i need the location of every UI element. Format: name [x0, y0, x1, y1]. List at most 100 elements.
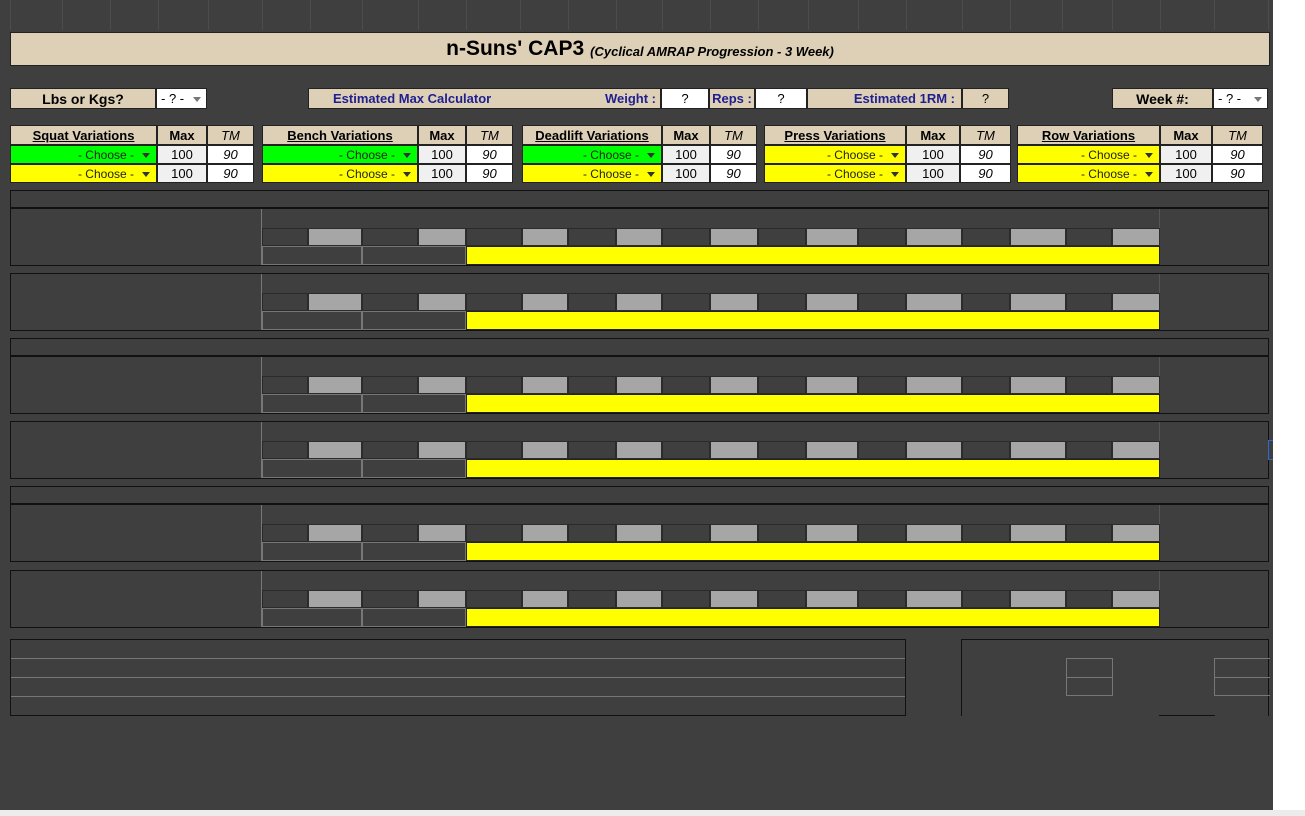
variation-choice: - Choose - — [77, 166, 134, 181]
set-weight-cell — [522, 524, 568, 542]
variation-dropdown[interactable]: - Choose - — [262, 145, 418, 164]
set-cell — [362, 246, 466, 265]
set-weight-cell — [906, 590, 962, 608]
set-weight-cell — [906, 524, 962, 542]
weight-input[interactable]: ? — [661, 88, 709, 109]
variation-dropdown[interactable]: - Choose - — [522, 164, 662, 183]
variation-choice: - Choose - — [1080, 147, 1137, 162]
set-weight-cell — [1112, 376, 1160, 394]
variation-dropdown[interactable]: - Choose - — [1017, 164, 1160, 183]
set-reps-cell — [662, 590, 710, 608]
set-reps-cell — [758, 590, 806, 608]
set-weight-cell — [522, 441, 568, 459]
amrap-progress-bar — [466, 311, 1160, 330]
tm-value: 90 — [710, 164, 757, 183]
chevron-down-icon — [142, 152, 150, 158]
notes-line — [11, 696, 905, 697]
set-reps-cell — [962, 590, 1010, 608]
set-reps-cell — [362, 524, 418, 542]
set-weight-cell — [806, 376, 858, 394]
set-cell — [362, 394, 466, 413]
variation-dropdown[interactable]: - Choose - — [522, 145, 662, 164]
set-weight-cell — [1010, 524, 1066, 542]
set-reps-cell — [962, 293, 1010, 311]
set-weight-cell — [522, 228, 568, 246]
set-reps-cell — [568, 441, 616, 459]
variation-choice: - Choose - — [826, 166, 883, 181]
chevron-down-icon — [1254, 96, 1262, 102]
max-value-input[interactable]: 100 — [157, 164, 207, 183]
set-weight-cell — [710, 293, 758, 311]
program-title-banner: n-Suns' CAP3 (Cyclical AMRAP Progression… — [10, 32, 1270, 66]
variation-dropdown[interactable]: - Choose - — [1017, 145, 1160, 164]
set-weight-cell — [418, 441, 466, 459]
set-reps-cell — [758, 293, 806, 311]
amrap-progress-bar — [466, 542, 1160, 561]
set-reps-cell — [1066, 376, 1112, 394]
lift-table-header: Press Variations — [764, 125, 906, 145]
variation-dropdown[interactable]: - Choose - — [10, 145, 157, 164]
week-dropdown[interactable]: - ? - — [1213, 88, 1268, 109]
tm-value: 90 — [207, 145, 254, 164]
set-reps-cell — [662, 293, 710, 311]
max-value-input[interactable]: 100 — [662, 164, 710, 183]
max-value-input[interactable]: 100 — [906, 164, 960, 183]
lift-table-header: Squat Variations — [10, 125, 157, 145]
set-cell — [362, 542, 466, 561]
set-weight-cell — [616, 590, 662, 608]
set-reps-cell — [662, 376, 710, 394]
estimated-1rm-value: ? — [962, 88, 1009, 109]
set-reps-cell — [1066, 590, 1112, 608]
status-edge — [0, 810, 1305, 816]
set-reps-cell — [466, 228, 522, 246]
chevron-down-icon — [647, 152, 655, 158]
day-header-strip — [10, 486, 1269, 504]
max-value-input[interactable]: 100 — [1160, 164, 1212, 183]
set-weight-cell — [1112, 524, 1160, 542]
tm-column-header: TM — [466, 125, 513, 145]
variation-dropdown[interactable]: - Choose - — [764, 145, 906, 164]
set-cell — [262, 246, 362, 265]
amrap-progress-bar — [466, 246, 1160, 265]
set-weight-cell — [806, 228, 858, 246]
set-reps-cell — [362, 228, 418, 246]
variation-dropdown[interactable]: - Choose - — [10, 164, 157, 183]
max-value-input[interactable]: 100 — [906, 145, 960, 164]
tm-value: 90 — [710, 145, 757, 164]
set-cell — [262, 311, 362, 330]
week-value: - ? - — [1218, 91, 1242, 106]
max-value-input[interactable]: 100 — [418, 164, 466, 183]
variation-dropdown[interactable]: - Choose - — [262, 164, 418, 183]
tm-value: 90 — [466, 164, 513, 183]
set-weight-cell — [418, 376, 466, 394]
set-weight-cell — [806, 441, 858, 459]
set-weight-cell — [418, 524, 466, 542]
set-weight-cell — [906, 228, 962, 246]
program-subtitle: (Cyclical AMRAP Progression - 3 Week) — [590, 43, 834, 59]
set-weight-cell — [906, 441, 962, 459]
max-value-input[interactable]: 100 — [1160, 145, 1212, 164]
max-calculator-label: Estimated Max Calculator Weight : — [308, 88, 661, 109]
set-weight-cell — [616, 524, 662, 542]
max-value-input[interactable]: 100 — [418, 145, 466, 164]
variation-dropdown[interactable]: - Choose - — [764, 164, 906, 183]
set-reps-cell — [962, 524, 1010, 542]
notes-panel — [10, 639, 906, 716]
max-column-header: Max — [906, 125, 960, 145]
reps-input[interactable]: ? — [755, 88, 807, 109]
chevron-down-icon — [891, 152, 899, 158]
set-reps-cell — [262, 293, 308, 311]
week-label: Week #: — [1112, 88, 1213, 109]
selection-handle[interactable] — [1268, 440, 1273, 460]
max-value-input[interactable]: 100 — [157, 145, 207, 164]
set-weight-cell — [616, 376, 662, 394]
units-dropdown[interactable]: - ? - — [156, 88, 207, 109]
set-weight-cell — [710, 590, 758, 608]
set-reps-cell — [962, 228, 1010, 246]
set-weight-cell — [1010, 590, 1066, 608]
set-reps-cell — [362, 441, 418, 459]
set-cell — [262, 542, 362, 561]
set-weight-cell — [308, 376, 362, 394]
max-value-input[interactable]: 100 — [662, 145, 710, 164]
notes-line — [11, 677, 905, 678]
